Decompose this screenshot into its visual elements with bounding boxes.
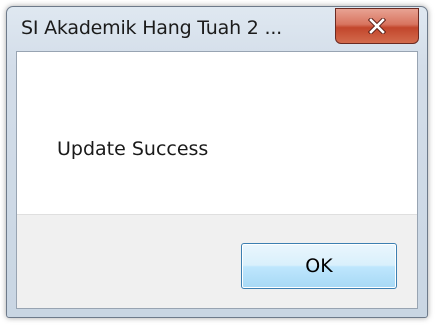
message-area: Update Success (17, 52, 417, 214)
message-dialog: SI Akademik Hang Tuah 2 ... Update Succe… (6, 6, 428, 318)
title-bar[interactable]: SI Akademik Hang Tuah 2 ... (7, 7, 427, 51)
window-title: SI Akademik Hang Tuah 2 ... (21, 17, 282, 39)
message-text: Update Success (57, 138, 209, 160)
close-icon (368, 18, 386, 34)
close-button[interactable] (335, 8, 419, 44)
dialog-body: Update Success OK (16, 51, 418, 309)
button-panel: OK (17, 214, 417, 308)
ok-button[interactable]: OK (241, 243, 397, 289)
